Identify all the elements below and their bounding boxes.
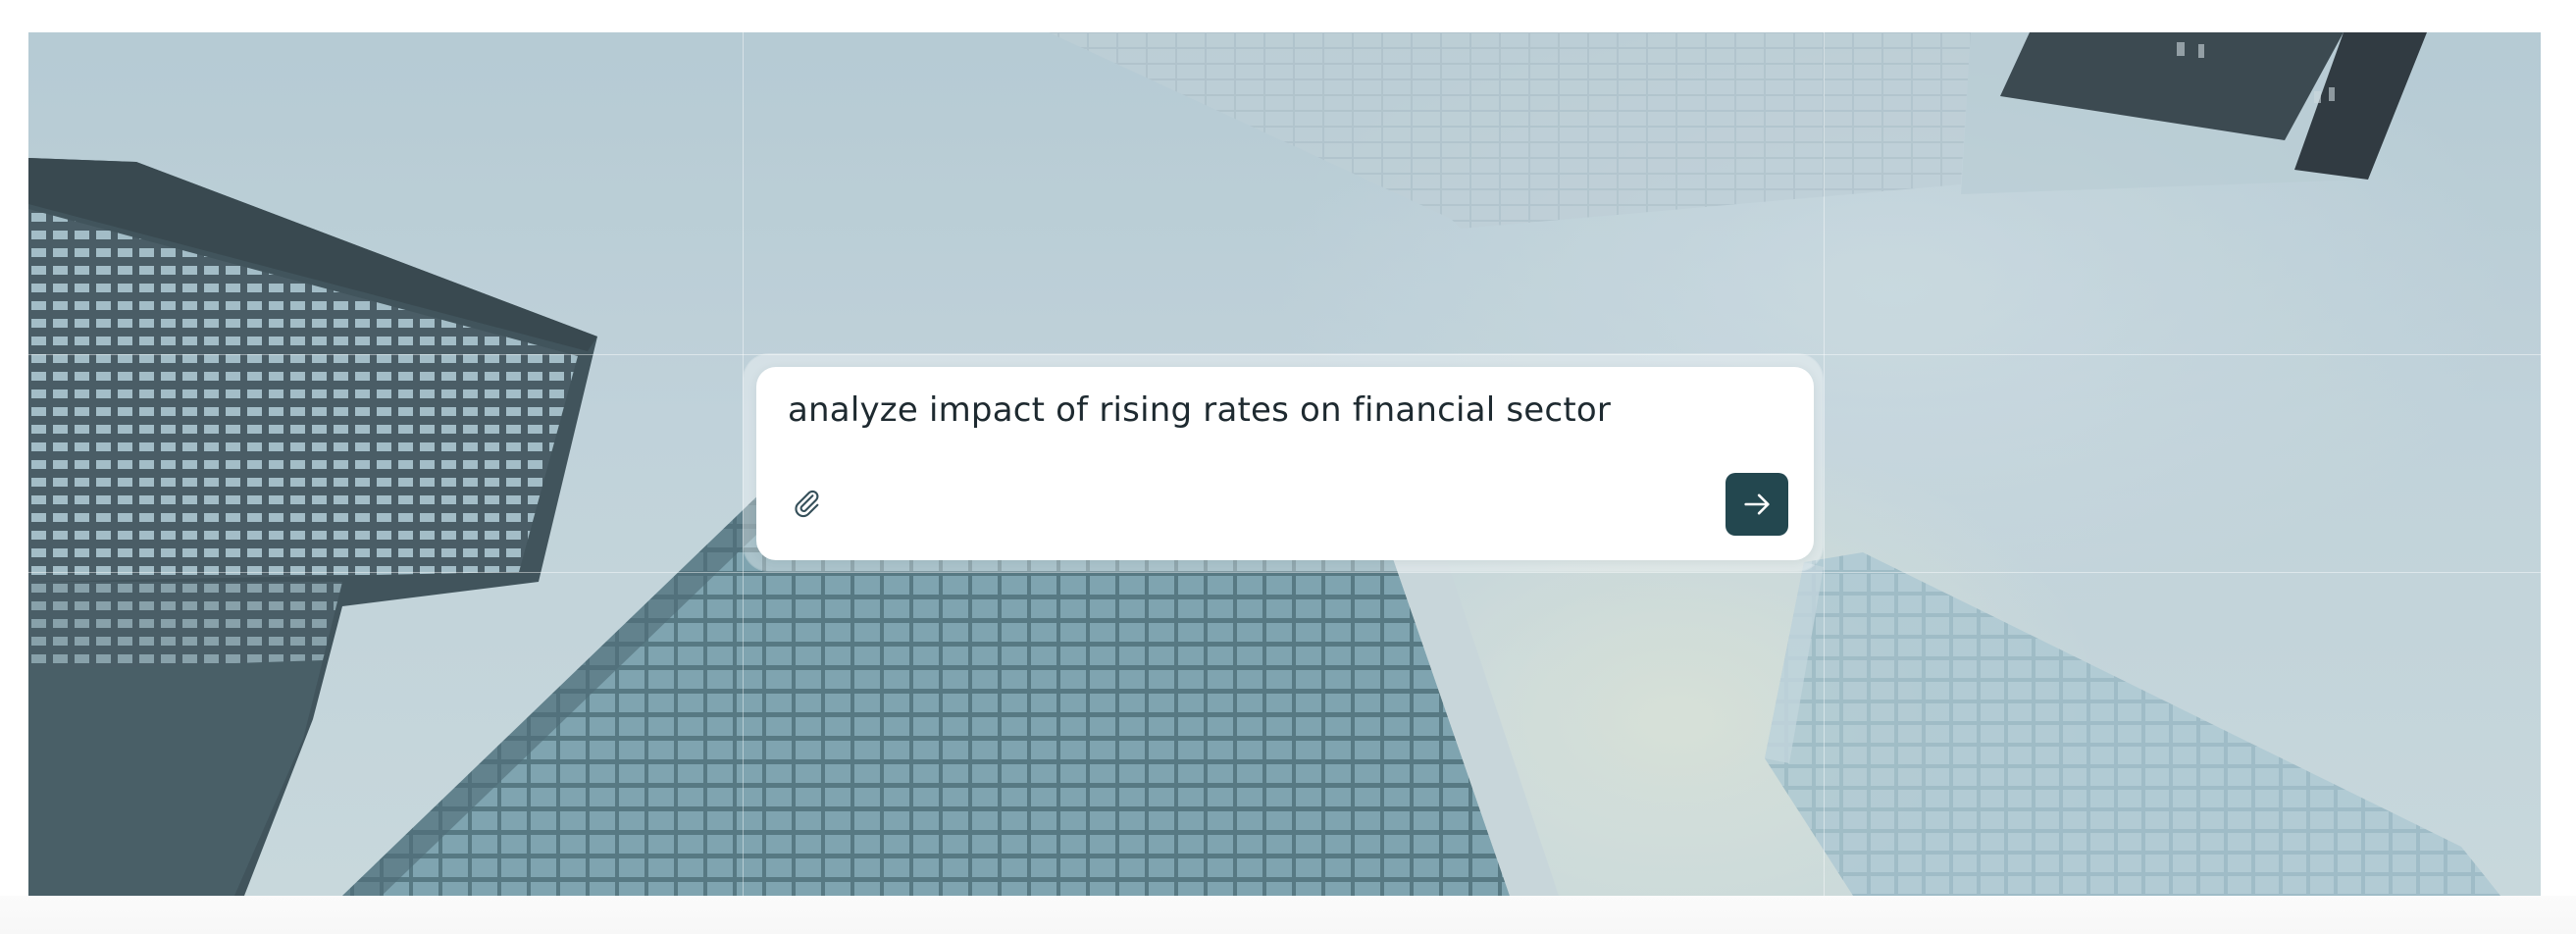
paperclip-icon xyxy=(795,490,819,518)
page-footer-band xyxy=(0,896,2576,934)
arrow-right-icon xyxy=(1744,493,1770,515)
grid-line xyxy=(28,572,2541,573)
page: analyze impact of rising rates on financ… xyxy=(0,0,2576,934)
grid-line xyxy=(1824,32,1825,896)
send-button[interactable] xyxy=(1726,473,1788,536)
prompt-box[interactable]: analyze impact of rising rates on financ… xyxy=(756,367,1814,560)
attach-button[interactable] xyxy=(786,483,827,524)
prompt-input[interactable]: analyze impact of rising rates on financ… xyxy=(788,390,1611,430)
